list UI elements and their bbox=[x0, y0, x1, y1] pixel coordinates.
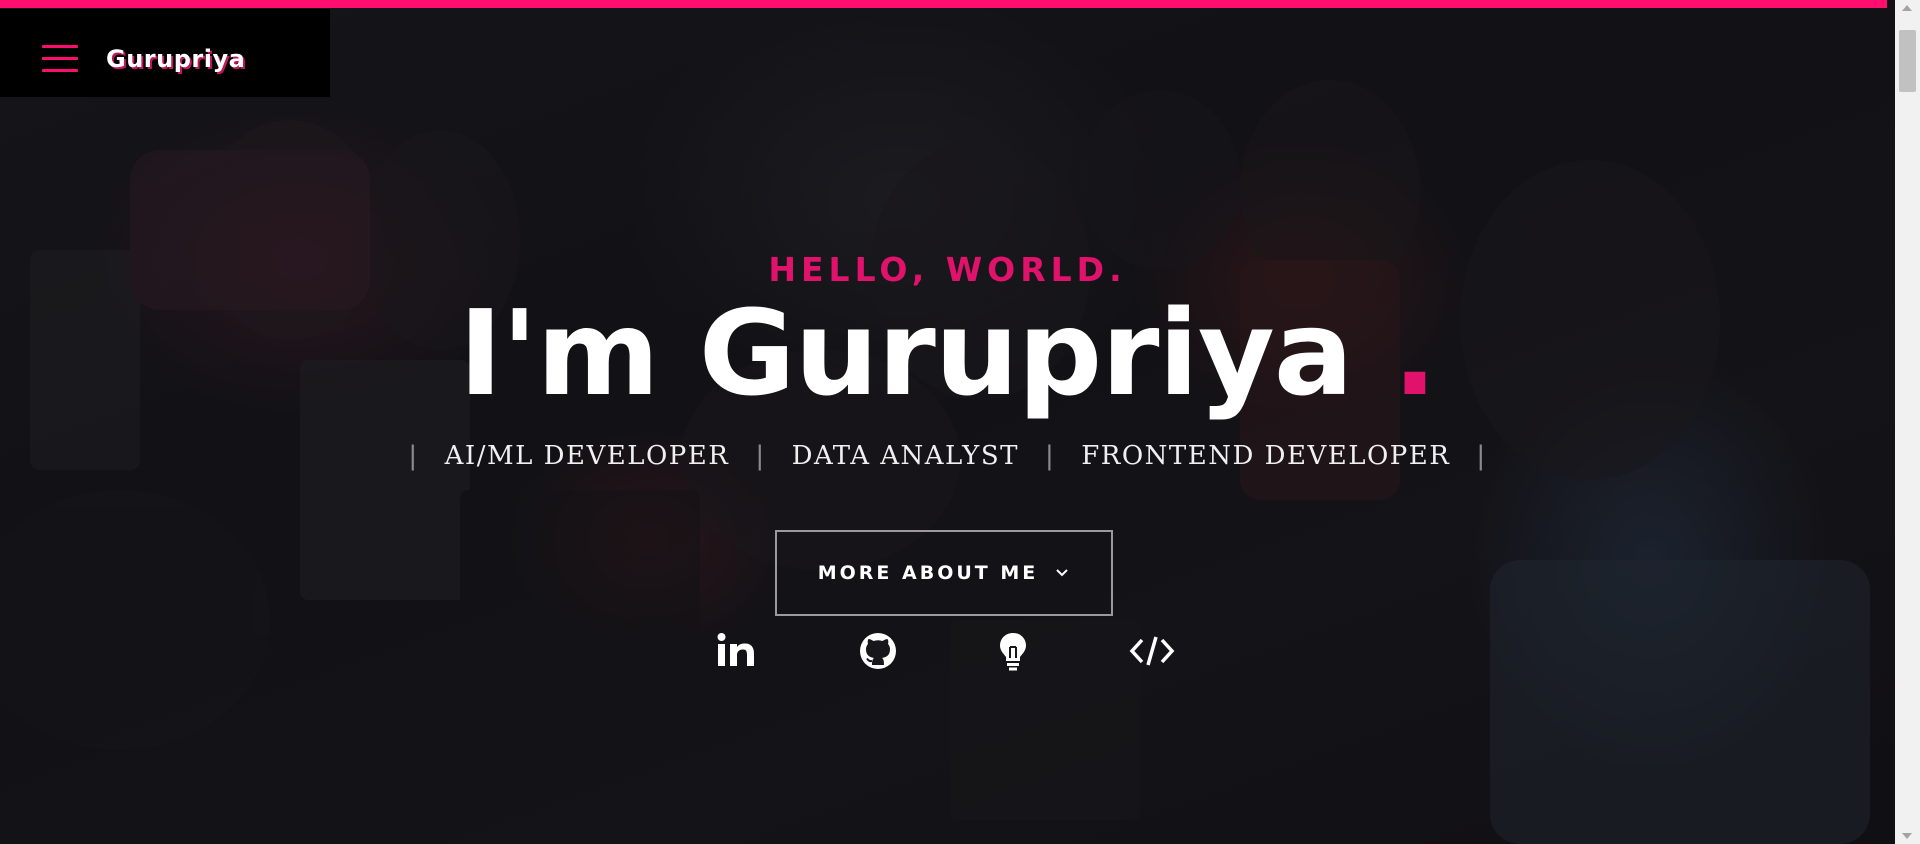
scroll-up-icon[interactable] bbox=[1902, 5, 1912, 11]
topbar: Gurupriya bbox=[0, 9, 330, 97]
portfolio-code-link[interactable] bbox=[1129, 630, 1175, 672]
hero-roles: | AI/ML DEVELOPER | DATA ANALYST | FRONT… bbox=[0, 441, 1895, 471]
more-about-me-label: MORE ABOUT ME bbox=[817, 562, 1039, 584]
role-separator: | bbox=[755, 441, 766, 471]
role-separator: | bbox=[408, 441, 419, 471]
linkedin-icon bbox=[717, 633, 754, 666]
top-accent-bar bbox=[0, 0, 1887, 8]
hero-title: I'm Gurupriya . bbox=[0, 284, 1895, 422]
hero-overlay bbox=[0, 0, 1895, 844]
scroll-thumb[interactable] bbox=[1899, 30, 1916, 92]
chevron-down-icon bbox=[1056, 569, 1068, 577]
role-data-analyst: DATA ANALYST bbox=[791, 441, 1019, 471]
linkedin-link[interactable] bbox=[716, 630, 756, 672]
hero-title-name: I'm Gurupriya bbox=[458, 284, 1393, 422]
page-scrollbar[interactable] bbox=[1895, 0, 1920, 844]
hamburger-menu-icon[interactable] bbox=[42, 45, 78, 73]
lightbulb-icon bbox=[1000, 633, 1026, 671]
hero-section bbox=[0, 0, 1895, 844]
brand-logo[interactable]: Gurupriya bbox=[106, 45, 245, 73]
scroll-down-icon[interactable] bbox=[1902, 833, 1912, 839]
github-link[interactable] bbox=[858, 630, 898, 672]
role-separator: | bbox=[1476, 441, 1487, 471]
hero-title-dot: . bbox=[1392, 284, 1438, 422]
github-icon bbox=[860, 633, 896, 669]
role-frontend-developer: FRONTEND DEVELOPER bbox=[1081, 441, 1451, 471]
role-separator: | bbox=[1044, 441, 1056, 471]
more-about-me-button[interactable]: MORE ABOUT ME bbox=[775, 530, 1113, 616]
blog-link[interactable] bbox=[993, 630, 1033, 672]
role-ai-ml-developer: AI/ML DEVELOPER bbox=[444, 441, 730, 471]
code-icon bbox=[1129, 636, 1175, 666]
